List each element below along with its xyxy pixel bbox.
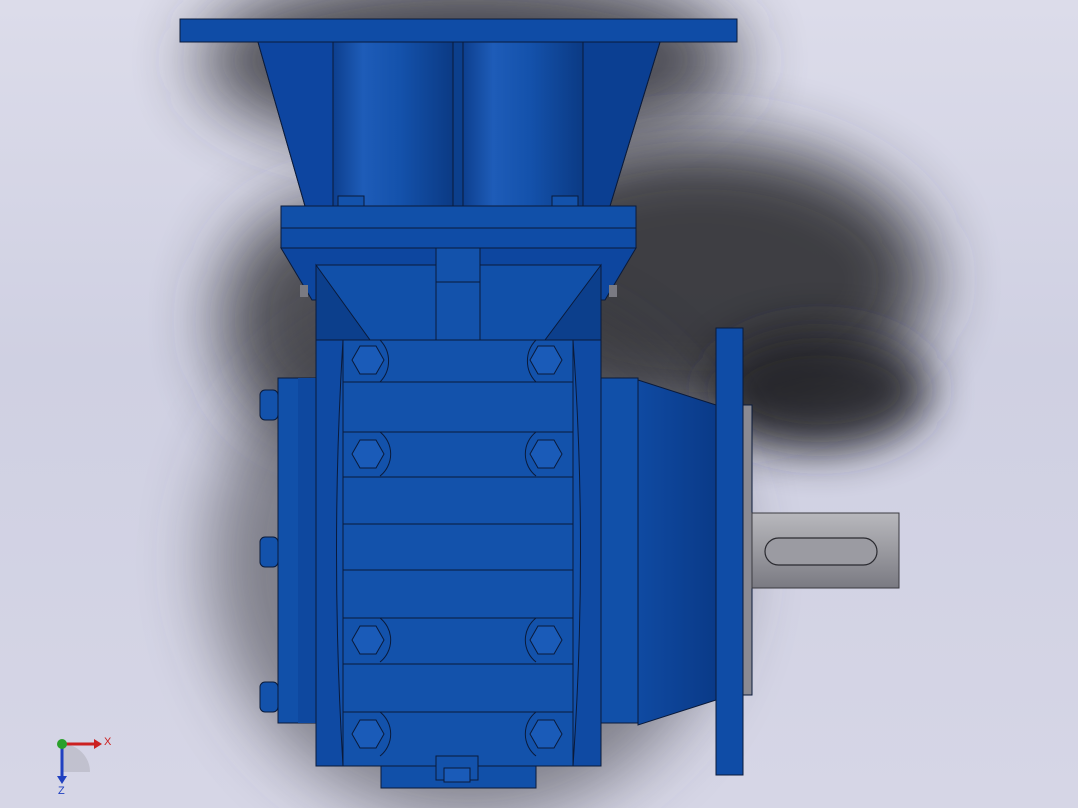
graphics-viewport[interactable]: X Z [0, 0, 1078, 808]
triad-x-label: X [104, 736, 112, 748]
main-gear-housing[interactable] [315, 339, 602, 767]
keyway [764, 537, 878, 566]
gearbox-model-view[interactable]: X Z [0, 0, 1078, 808]
motor-adapter-lantern[interactable] [257, 41, 661, 207]
coordinate-triad-icon: X Z [57, 736, 112, 797]
triad-z-label: Z [58, 785, 65, 797]
output-shaft[interactable] [751, 512, 900, 589]
output-bell-housing[interactable] [599, 377, 717, 726]
top-mounting-flange[interactable] [179, 18, 738, 43]
